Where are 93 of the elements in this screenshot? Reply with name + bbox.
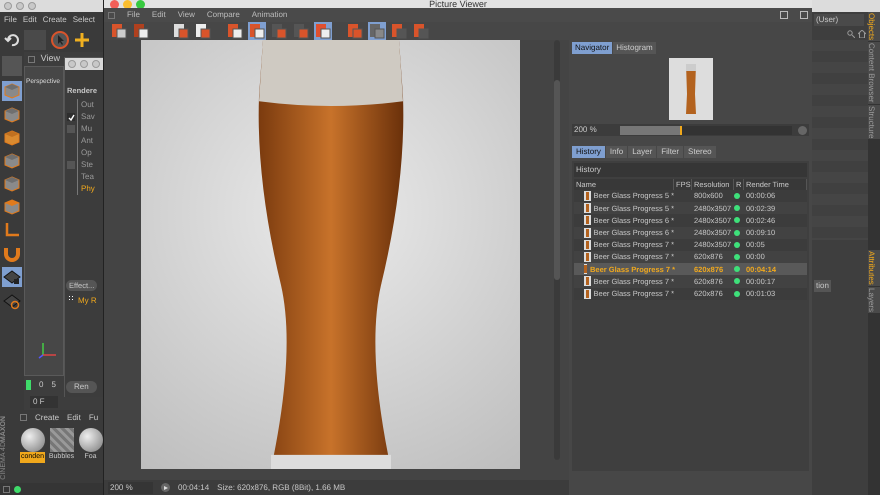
thumbnail-icon [584,215,591,226]
timeline-tick: 5 [51,379,56,391]
side-tab[interactable]: Structure [868,104,880,140]
tab[interactable]: Filter [657,146,684,158]
tab[interactable]: Navigator [572,42,612,54]
menu-item[interactable]: File [127,9,140,21]
document-icon[interactable] [172,22,190,40]
axis-corner-icon[interactable] [3,221,21,239]
thumbnail-icon [584,240,591,250]
menu-item[interactable]: Create [42,14,67,26]
document-icon[interactable] [132,22,150,40]
settings-item[interactable]: Out [77,99,94,112]
thumbnail-icon [584,228,591,238]
image-size-info: Size: 620x876, RGB (8Bit), 1.66 MB [217,482,346,494]
cube-icon[interactable] [3,106,21,124]
menu-item[interactable]: File [4,14,17,26]
document-icon[interactable] [248,22,266,40]
menu-item[interactable]: View [178,9,195,21]
material-preview[interactable] [78,428,102,452]
settings-item[interactable]: Mu [77,123,92,136]
frame-marker-icon[interactable] [26,380,31,390]
zoom-field[interactable]: 200 % [574,124,618,136]
frame-field[interactable]: 0 F [30,396,58,408]
document-icon[interactable] [314,22,332,40]
panel-grip-icon [108,12,115,18]
tab[interactable]: Info [606,146,628,158]
document-icon[interactable] [226,22,244,40]
menu-item[interactable]: Edit [67,412,81,424]
thumbnail-icon [584,276,591,286]
render-time: 00:04:14 [178,482,210,494]
menu-item[interactable]: Animation [252,9,288,21]
cursor-icon[interactable] [50,30,70,50]
cube-icon[interactable] [3,129,21,147]
thumbnail-icon [584,264,587,274]
thumbnail-icon [584,252,591,262]
menu-item[interactable]: Edit [22,14,37,26]
undo-icon[interactable] [4,32,20,48]
menu-item[interactable]: Edit [152,9,166,21]
attribute-button[interactable]: tion [814,280,831,292]
expand-icon[interactable] [800,11,808,19]
menu-item[interactable]: Compare [206,9,240,21]
search-icon[interactable] [847,30,855,38]
cube-icon[interactable] [3,198,21,216]
side-tab[interactable]: Attributes [868,250,880,287]
side-tab[interactable]: Content Browser [868,42,880,105]
scrollbar-thumb[interactable] [554,80,560,280]
grid-lock-icon[interactable] [3,268,21,286]
panel-grip-icon [20,414,27,421]
menu-item[interactable]: View [40,52,60,66]
document-icon[interactable] [110,22,128,40]
material-preview[interactable] [50,428,74,452]
menu-item[interactable]: Create [35,412,60,424]
checkbox[interactable] [67,161,75,170]
zoom-field[interactable]: 200 % [108,482,153,494]
cube-icon[interactable] [3,152,21,170]
settings-item[interactable]: Phy [77,183,95,196]
settings-item[interactable]: Tea [77,171,94,184]
play-button[interactable] [161,483,170,492]
home-icon[interactable] [858,30,866,38]
material-preview[interactable] [20,428,44,452]
panel-grip-icon [3,486,10,492]
move-icon[interactable] [74,32,90,48]
settings-item[interactable]: Sav [77,111,95,124]
window-title: Picture Viewer [428,0,488,8]
menu-item[interactable]: Fu [88,412,98,424]
settings-item[interactable]: Ste [77,159,94,172]
timeline-tick: 0 [39,379,44,391]
panel-title: History [574,163,807,177]
side-tab[interactable]: Layers [868,286,880,314]
render-button[interactable]: Ren [66,381,97,393]
tree-item[interactable]: My R [78,295,97,307]
menu-item[interactable]: Select [72,14,95,26]
play-icon [164,486,168,490]
tab[interactable]: Stereo [684,146,716,158]
side-tab[interactable]: Objects [868,12,880,42]
tab[interactable]: Histogram [613,42,656,54]
layout-dropdown[interactable]: (User) [814,14,864,26]
tab[interactable]: Layer [628,146,656,158]
cube-icon[interactable] [3,175,21,193]
thumbnail-icon [584,191,591,202]
settings-item[interactable]: Op [77,147,92,160]
settings-item[interactable]: Ant [77,135,94,148]
zoom-slider[interactable] [620,126,792,134]
grid-refresh-icon[interactable] [3,292,21,310]
tab[interactable]: History [572,146,605,158]
checkbox[interactable] [67,113,75,122]
checkbox[interactable] [67,125,75,134]
layout-icon[interactable] [780,11,788,19]
thumbnail-icon [584,203,591,214]
document-icon[interactable] [194,22,212,40]
thumbnail-icon [584,288,591,299]
panel-grip-icon [28,56,35,62]
beer-glass-icon [684,64,696,114]
